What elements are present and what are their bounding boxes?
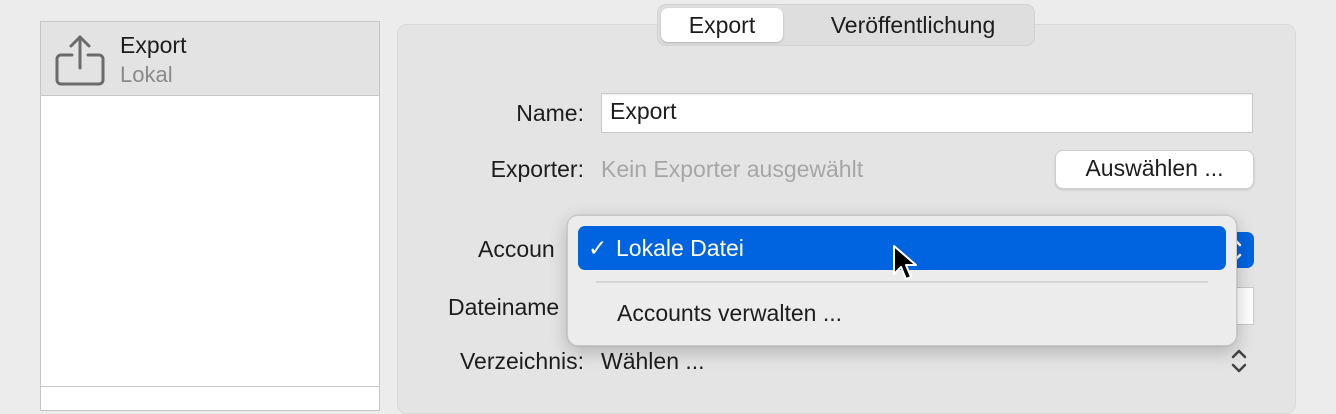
name-field-value: Export: [610, 98, 677, 124]
menu-item-label: Lokale Datei: [616, 235, 744, 261]
mouse-pointer-icon: [893, 245, 917, 280]
name-field[interactable]: Export: [601, 93, 1253, 133]
chevron-up-down-icon[interactable]: [1229, 347, 1249, 375]
sidebar-item-title: Export: [120, 32, 187, 58]
sidebar-item-subtitle: Lokal: [120, 62, 173, 87]
directory-label: Verzeichnis:: [459, 348, 584, 374]
share-export-icon: [55, 35, 105, 86]
name-label: Name:: [516, 100, 584, 126]
choose-exporter-button[interactable]: Auswählen ...: [1055, 150, 1254, 189]
exporter-value: Kein Exporter ausgewählt: [601, 156, 864, 182]
sidebar-divider: [41, 386, 379, 387]
tab-publishing[interactable]: Veröffentlichung: [793, 8, 1033, 42]
tab-export[interactable]: Export: [661, 8, 783, 42]
filename-label: Dateiname: [448, 294, 560, 320]
export-list: Export Lokal: [40, 21, 380, 411]
directory-popup[interactable]: Wählen ...: [601, 348, 705, 375]
sidebar-item-export[interactable]: Export Lokal: [41, 22, 379, 96]
checkmark-icon: ✓: [588, 235, 608, 261]
exporter-label: Exporter:: [490, 156, 584, 182]
account-label: Accoun: [478, 236, 555, 262]
menu-item-manage-accounts[interactable]: Accounts verwalten ...: [617, 300, 842, 327]
tab-bar: Export Veröffentlichung: [657, 4, 1035, 46]
